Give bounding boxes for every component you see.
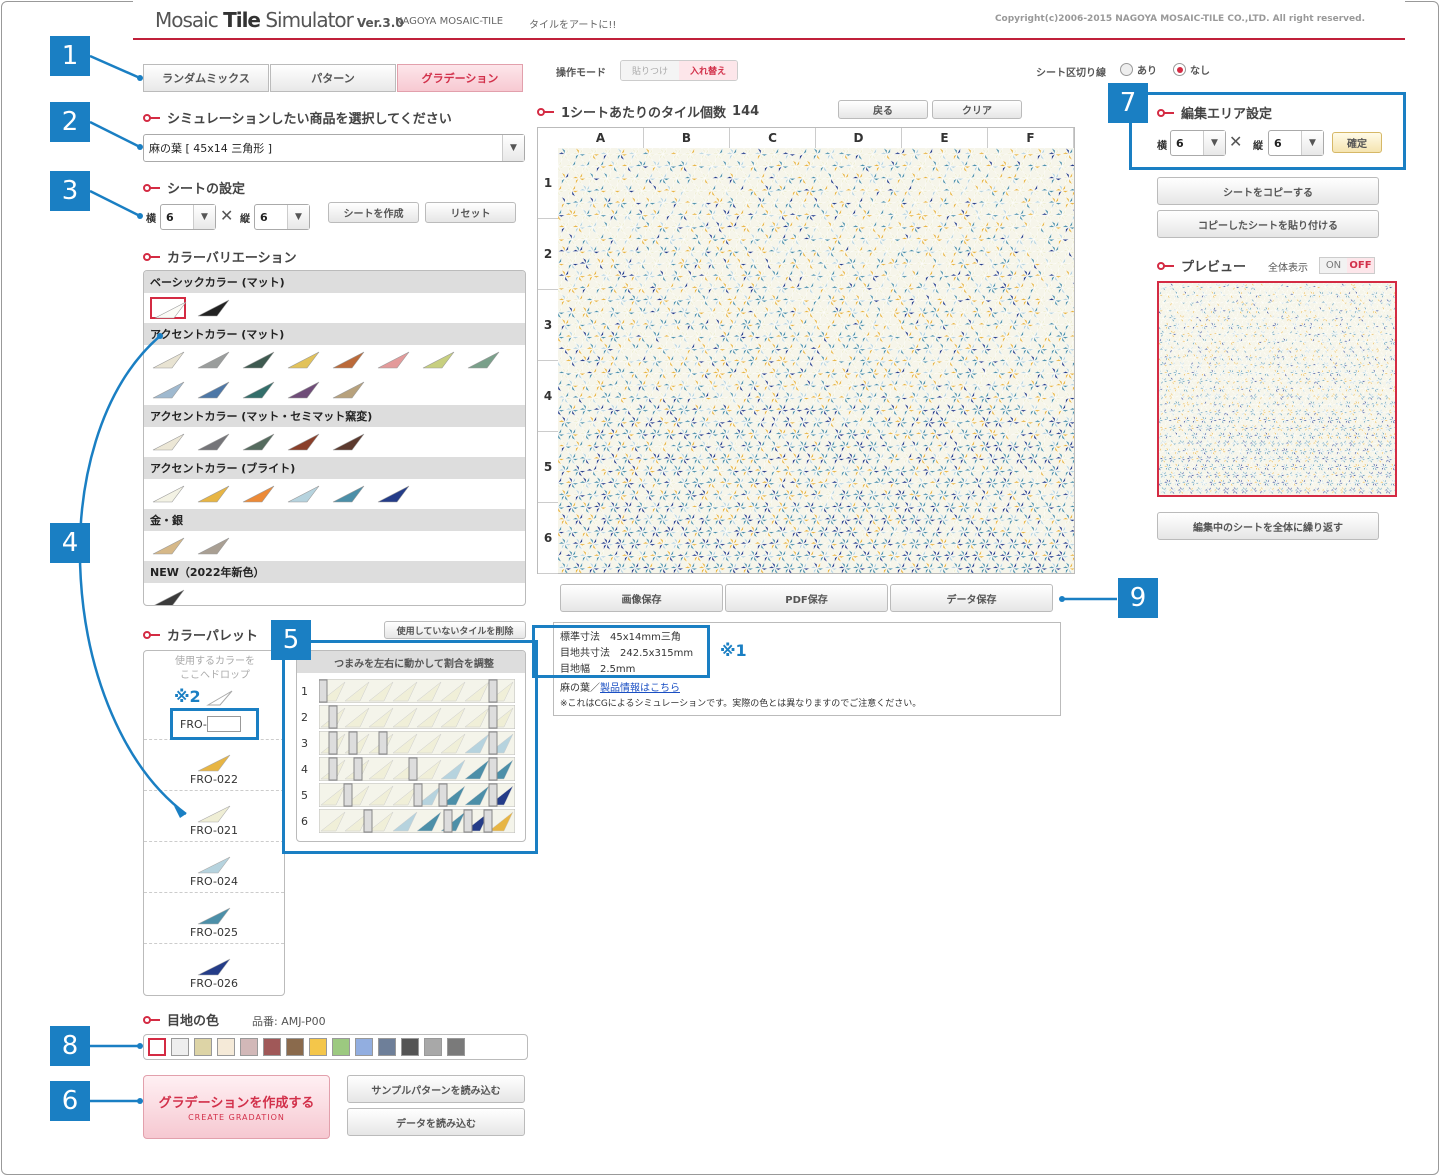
callout-2: 2: [50, 102, 90, 142]
callout-connectors: [78, 54, 1117, 1104]
callout-6: 6: [50, 1081, 90, 1121]
callout-8: 8: [50, 1026, 90, 1066]
callout-4: 4: [50, 523, 90, 563]
callout-5: 5: [271, 620, 311, 660]
callout-7: 7: [1108, 83, 1148, 123]
callout-3: 3: [50, 171, 90, 211]
callout-9: 9: [1118, 578, 1158, 618]
callout-1: 1: [50, 36, 90, 76]
